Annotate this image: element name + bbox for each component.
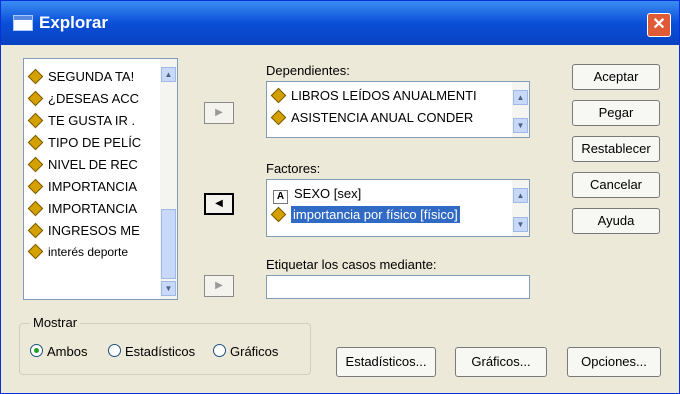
- variables-scrollbar[interactable]: ▲ ▼: [160, 59, 177, 299]
- window-icon: [13, 15, 33, 31]
- nominal-variable-icon: A: [273, 190, 288, 204]
- list-item[interactable]: INGRESOS ME: [27, 222, 140, 239]
- radio-estadisticos[interactable]: Estadísticos: [108, 344, 195, 359]
- cancelar-button[interactable]: Cancelar: [572, 172, 660, 198]
- radio-icon: [213, 344, 226, 357]
- scroll-down-icon[interactable]: ▼: [513, 118, 528, 133]
- list-item[interactable]: A SEXO [sex]: [273, 186, 361, 204]
- dependientes-label: Dependientes:: [266, 63, 350, 78]
- radio-graficos[interactable]: Gráficos: [213, 344, 278, 359]
- opciones-button[interactable]: Opciones...: [567, 347, 661, 377]
- aceptar-button[interactable]: Aceptar: [572, 64, 660, 90]
- list-item[interactable]: interés deporte: [27, 243, 128, 260]
- dependientes-scrollbar[interactable]: ▲ ▼: [512, 82, 529, 137]
- estadisticos-button[interactable]: Estadísticos...: [336, 347, 436, 377]
- scale-variable-icon: [27, 112, 44, 129]
- list-item[interactable]: LIBROS LEÍDOS ANUALMENTI: [270, 87, 477, 104]
- list-item[interactable]: NIVEL DE REC: [27, 156, 138, 173]
- ayuda-button[interactable]: Ayuda: [572, 208, 660, 234]
- scroll-down-icon[interactable]: ▼: [513, 217, 528, 232]
- radio-ambos[interactable]: Ambos: [30, 344, 87, 359]
- scroll-up-icon[interactable]: ▲: [161, 67, 176, 82]
- list-item[interactable]: ASISTENCIA ANUAL CONDER: [270, 109, 473, 126]
- scale-variable-icon: [27, 243, 44, 260]
- move-to-dependientes-button[interactable]: ▶: [204, 102, 234, 124]
- scale-variable-icon: [27, 90, 44, 107]
- selected-factor: importancia por físico [físico]: [291, 206, 460, 223]
- etiquetar-label: Etiquetar los casos mediante:: [266, 257, 437, 272]
- list-item[interactable]: IMPORTANCIA: [27, 200, 137, 217]
- etiquetar-field[interactable]: [266, 275, 530, 299]
- variables-list[interactable]: SEGUNDA TA! ¿DESEAS ACC TE GUSTA IR . TI…: [23, 58, 178, 300]
- move-from-factores-button[interactable]: ◀: [204, 193, 234, 215]
- restablecer-button[interactable]: Restablecer: [572, 136, 660, 162]
- factores-list[interactable]: A SEXO [sex] importancia por físico [físi…: [266, 179, 530, 237]
- scale-variable-icon: [27, 156, 44, 173]
- factores-scrollbar[interactable]: ▲ ▼: [512, 180, 529, 236]
- scale-variable-icon: [27, 200, 44, 217]
- scale-variable-icon: [27, 68, 44, 85]
- graficos-button[interactable]: Gráficos...: [455, 347, 547, 377]
- dependientes-list[interactable]: LIBROS LEÍDOS ANUALMENTI ASISTENCIA ANUA…: [266, 81, 530, 138]
- list-item[interactable]: IMPORTANCIA: [27, 178, 137, 195]
- radio-selected-icon: [30, 344, 43, 357]
- title-bar: Explorar ✕: [1, 1, 679, 45]
- scale-variable-icon: [270, 206, 287, 223]
- scroll-down-icon[interactable]: ▼: [161, 281, 176, 296]
- scale-variable-icon: [27, 222, 44, 239]
- scale-variable-icon: [27, 134, 44, 151]
- close-button[interactable]: ✕: [647, 13, 671, 37]
- list-item[interactable]: SEGUNDA TA!: [27, 68, 134, 85]
- radio-icon: [108, 344, 121, 357]
- scroll-thumb[interactable]: [161, 209, 176, 279]
- mostrar-group: Mostrar Ambos Estadísticos Gráficos: [19, 315, 311, 375]
- list-item[interactable]: TE GUSTA IR .: [27, 112, 135, 129]
- scroll-up-icon[interactable]: ▲: [513, 90, 528, 105]
- scale-variable-icon: [270, 87, 287, 104]
- factores-label: Factores:: [266, 161, 321, 176]
- list-item[interactable]: ¿DESEAS ACC: [27, 90, 139, 107]
- mostrar-label: Mostrar: [30, 315, 81, 330]
- explorar-dialog: Explorar ✕ SEGUNDA TA! ¿DESEAS ACC TE GU…: [0, 0, 680, 394]
- scroll-up-icon[interactable]: ▲: [513, 188, 528, 203]
- scale-variable-icon: [27, 178, 44, 195]
- window-title: Explorar: [39, 13, 108, 32]
- list-item[interactable]: TIPO DE PELÍC: [27, 134, 141, 151]
- pegar-button[interactable]: Pegar: [572, 100, 660, 126]
- scale-variable-icon: [270, 109, 287, 126]
- move-to-etiquetar-button[interactable]: ▶: [204, 275, 234, 297]
- list-item[interactable]: importancia por físico [físico]: [270, 206, 460, 223]
